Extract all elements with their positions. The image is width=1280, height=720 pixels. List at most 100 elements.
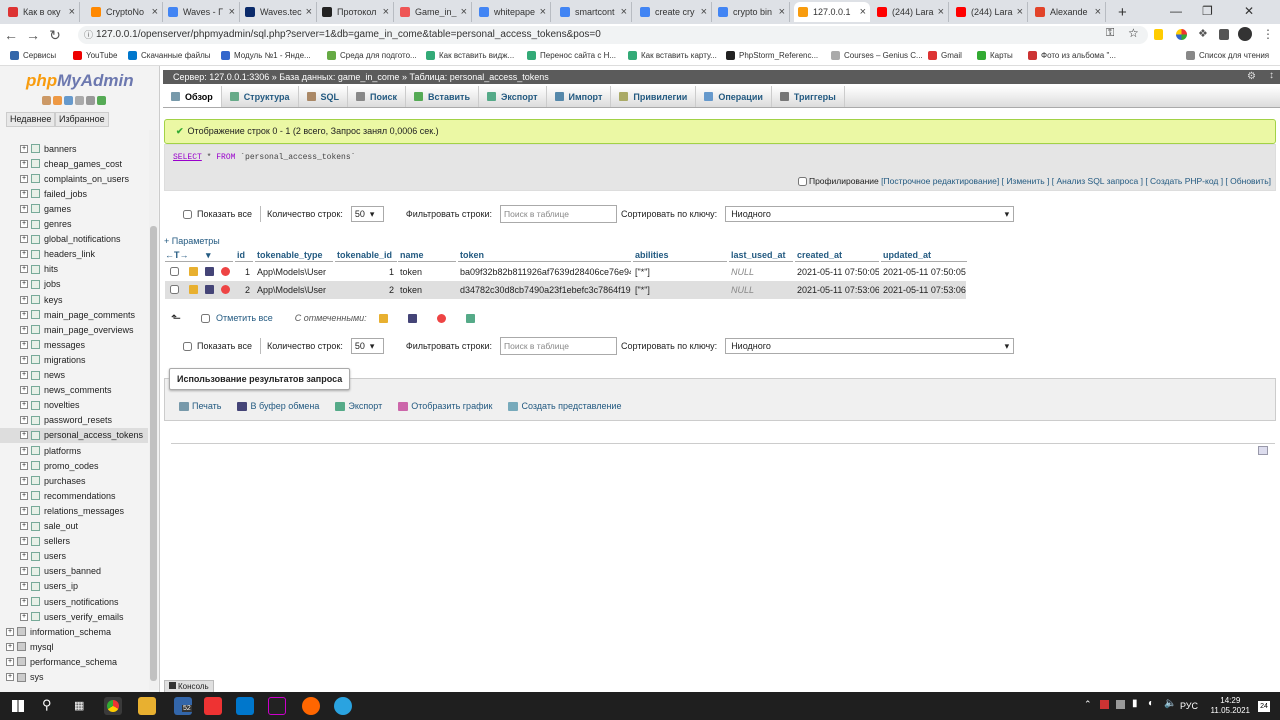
table-item[interactable]: + failed_jobs [0, 186, 148, 201]
table-item[interactable]: + recommendations [0, 488, 148, 503]
chart-link[interactable]: Отобразить график [398, 401, 492, 412]
back-icon[interactable]: ← [0, 27, 22, 43]
browser-tab[interactable]: 127.0.0.1 × [794, 2, 870, 22]
docs-icon[interactable] [75, 96, 84, 105]
expand-icon[interactable]: + [20, 612, 28, 621]
phpmyadmin-logo[interactable]: phpMyAdmin [26, 71, 134, 91]
column-header-token[interactable]: token [458, 248, 631, 262]
expand-icon[interactable]: + [20, 537, 28, 546]
taskbar-chrome[interactable] [104, 697, 122, 715]
tray-arrow-icon[interactable]: ⌃ [1084, 699, 1092, 710]
row-checkbox[interactable] [170, 285, 179, 294]
tab-7[interactable]: Привилегии [611, 86, 697, 107]
taskbar-app[interactable]: 52 [174, 697, 192, 715]
browser-tab[interactable]: Waves - Г × [164, 2, 240, 22]
expand-icon[interactable]: + [20, 567, 28, 576]
check-all-label[interactable]: Отметить все [216, 313, 273, 323]
bookmark-item[interactable]: Карты [977, 51, 1013, 60]
cell-abilities[interactable]: ["*"] [633, 263, 727, 281]
tab-close-icon[interactable]: × [779, 6, 785, 18]
tab-close-icon[interactable]: × [69, 6, 75, 18]
cell-id[interactable]: 2 [235, 281, 253, 299]
home-icon[interactable] [42, 96, 51, 105]
table-item[interactable]: + complaints_on_users [0, 171, 148, 186]
cell-created_at[interactable]: 2021-05-11 07:53:06 [795, 281, 879, 299]
table-item[interactable]: + users_verify_emails [0, 609, 148, 624]
recent-button[interactable]: Недавнее [6, 112, 56, 127]
row-count-select[interactable]: 50 ▾ [350, 338, 384, 354]
extension-icon[interactable] [1176, 29, 1187, 40]
browser-tab[interactable]: Как в оку × [4, 2, 80, 22]
delete-icon[interactable] [221, 267, 230, 276]
expand-icon[interactable]: + [20, 144, 28, 153]
browser-tab[interactable]: (244) Lara × [952, 2, 1028, 22]
column-header-tokenable_type[interactable]: tokenable_type [255, 248, 333, 262]
params-toggle[interactable]: + Параметры [164, 236, 220, 246]
table-item[interactable]: + password_resets [0, 413, 148, 428]
edit-icon[interactable] [189, 267, 198, 276]
bookmark-item[interactable]: Модуль №1 - Яндe... [221, 51, 311, 60]
expand-icon[interactable]: + [20, 416, 28, 425]
table-item[interactable]: + users_ip [0, 579, 148, 594]
expand-icon[interactable]: + [20, 461, 28, 470]
browser-tab[interactable]: smartcont × [556, 2, 632, 22]
browser-tab[interactable]: Alexande × [1031, 2, 1106, 22]
database-item[interactable]: + sys [0, 670, 148, 685]
table-item[interactable]: + banners [0, 141, 148, 156]
star-icon[interactable]: ☆ [1128, 26, 1139, 40]
sort-select[interactable]: Ниодного [725, 206, 1015, 222]
extension-icon[interactable] [1154, 29, 1163, 40]
language-indicator[interactable]: РУС [1180, 701, 1198, 711]
key-icon[interactable]: ⚿ [1106, 27, 1114, 40]
tab-close-icon[interactable]: × [860, 6, 866, 18]
menu-icon[interactable]: ⋮ [1262, 27, 1274, 41]
export-icon[interactable] [465, 313, 475, 323]
expand-icon[interactable]: + [20, 310, 28, 319]
expand-icon[interactable]: + [20, 189, 28, 198]
sql-query[interactable]: SELECT * FROM `personal_access_tokens` [173, 153, 355, 162]
tab-close-icon[interactable]: × [540, 6, 546, 18]
expand-icon[interactable]: + [20, 506, 28, 515]
browser-tab[interactable]: Game_in_ × [396, 2, 472, 22]
tab-close-icon[interactable]: × [152, 6, 158, 18]
table-item[interactable]: + jobs [0, 277, 148, 292]
bookmark-item[interactable]: Gmail [928, 51, 962, 60]
expand-icon[interactable]: + [20, 476, 28, 485]
cell-created_at[interactable]: 2021-05-11 07:50:05 [795, 263, 879, 281]
tab-close-icon[interactable]: × [938, 6, 944, 18]
expand-icon[interactable]: + [20, 325, 28, 334]
refresh-icon[interactable] [97, 96, 106, 105]
filter-input[interactable]: Поиск в таблице [500, 205, 617, 223]
close-window-icon[interactable]: ✕ [1244, 4, 1254, 18]
scrollbar-thumb[interactable] [150, 226, 157, 681]
row-checkbox[interactable] [170, 267, 179, 276]
minimize-icon[interactable]: — [1170, 4, 1182, 18]
tab-close-icon[interactable]: × [229, 6, 235, 18]
create-view-link[interactable]: Создать представление [508, 401, 621, 412]
table-item[interactable]: + purchases [0, 473, 148, 488]
reading-list-button[interactable]: Список для чтения [1186, 51, 1269, 60]
expand-icon[interactable]: + [20, 204, 28, 213]
tab-6[interactable]: Импорт [547, 86, 612, 107]
edit-icon[interactable] [189, 285, 198, 294]
tab-3[interactable]: Поиск [348, 86, 407, 107]
browser-tab[interactable]: create cry × [636, 2, 712, 22]
check-all-checkbox[interactable] [201, 313, 211, 323]
task-view-icon[interactable]: ▦ [74, 699, 84, 712]
puzzle-icon[interactable]: ❖ [1198, 27, 1208, 40]
table-item[interactable]: + headers_link [0, 247, 148, 262]
notification-icon[interactable]: 24 [1258, 701, 1270, 712]
reload-icon[interactable]: ↻ [44, 27, 66, 44]
table-item[interactable]: + relations_messages [0, 503, 148, 518]
search-icon[interactable]: ⚲ [42, 697, 52, 713]
browser-tab[interactable]: crypto bin × [714, 2, 790, 22]
column-header-updated_at[interactable]: updated_at [881, 248, 967, 262]
tray-icon[interactable] [1116, 700, 1125, 709]
table-item[interactable]: + sale_out [0, 519, 148, 534]
delete-icon[interactable] [221, 285, 230, 294]
print-link[interactable]: Печать [179, 401, 221, 412]
bookmark-item[interactable]: Как вставить карту... [628, 51, 717, 60]
taskbar-phpstorm[interactable] [268, 697, 286, 715]
table-item[interactable]: + news_comments [0, 383, 148, 398]
taskbar-telegram[interactable] [334, 697, 352, 715]
